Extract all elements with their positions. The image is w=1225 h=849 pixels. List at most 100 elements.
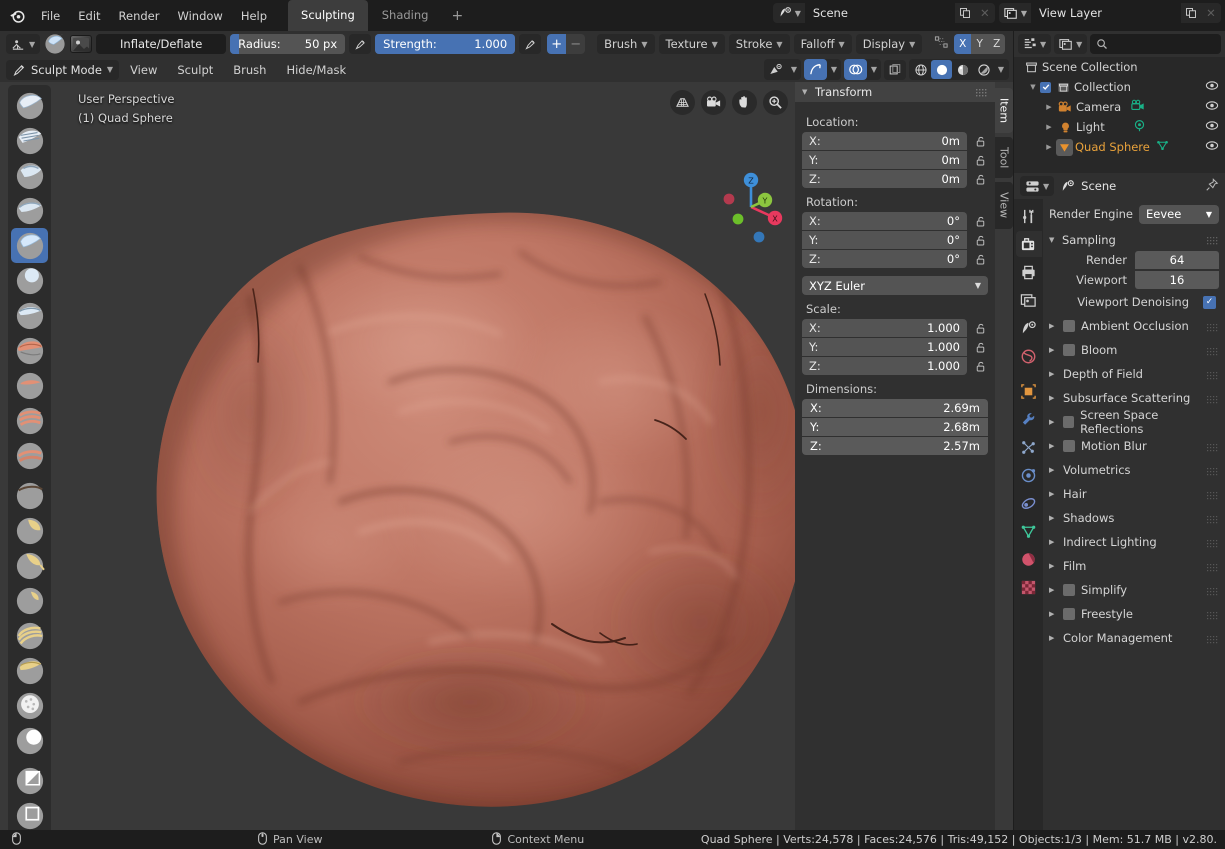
chevron-down-icon[interactable]: ▼ xyxy=(867,59,881,80)
view-layer-properties-tab[interactable] xyxy=(1016,287,1042,313)
render-engine-selector[interactable]: Eevee ▼ xyxy=(1139,204,1219,224)
lock-open-icon[interactable] xyxy=(972,341,988,354)
motion-blur-checkbox[interactable] xyxy=(1063,440,1075,452)
close-icon[interactable]: ✕ xyxy=(1201,3,1221,23)
outliner-display-mode-selector[interactable]: ▼ xyxy=(1054,34,1088,54)
object-visibility-dropdown[interactable]: ▼ xyxy=(764,59,801,80)
lock-open-icon[interactable] xyxy=(972,215,988,228)
rendered-shading-icon[interactable] xyxy=(973,60,994,79)
world-properties-tab[interactable] xyxy=(1016,343,1042,369)
outliner-row-quad-sphere[interactable]: ▶ Quad Sphere xyxy=(1014,137,1225,157)
tab-shading[interactable]: Shading xyxy=(369,0,442,31)
panel-volumetrics[interactable]: ▶ Volumetrics xyxy=(1049,458,1219,482)
strength-pressure-icon[interactable] xyxy=(519,34,542,54)
crease-brush-tool[interactable] xyxy=(11,298,48,333)
box-mask-tool[interactable] xyxy=(11,763,48,798)
grab-brush-tool[interactable] xyxy=(11,513,48,548)
chevron-down-icon[interactable]: ▼ xyxy=(994,59,1008,80)
scene-name[interactable]: Scene xyxy=(804,3,955,23)
rotation-x-field[interactable]: X: 0° xyxy=(802,212,967,230)
dimensions-x-field[interactable]: X: 2.69m xyxy=(802,399,988,417)
sampling-viewport-field[interactable]: 16 xyxy=(1135,271,1219,289)
outliner-search-input[interactable] xyxy=(1090,34,1221,54)
pinch-brush-tool[interactable] xyxy=(11,478,48,513)
texture-thumbnail-icon[interactable] xyxy=(70,35,93,53)
gizmo-dropdown[interactable]: ▼ xyxy=(804,59,841,80)
panel-color-management[interactable]: ▶ Color Management xyxy=(1049,626,1219,650)
scene-properties-tab[interactable] xyxy=(1016,315,1042,341)
menu-edit[interactable]: Edit xyxy=(69,6,109,26)
constraint-properties-tab[interactable] xyxy=(1016,490,1042,516)
rotation-y-field[interactable]: Y: 0° xyxy=(802,231,967,249)
inflate-brush-tool[interactable] xyxy=(11,228,48,263)
chevron-right-icon[interactable]: ▶ xyxy=(1042,103,1056,111)
solid-shading-icon[interactable] xyxy=(931,60,952,79)
dimensions-z-field[interactable]: Z: 2.57m xyxy=(802,437,988,455)
brush-menu[interactable]: Brush ▼ xyxy=(597,34,655,54)
draw-sharp-brush-tool[interactable] xyxy=(11,123,48,158)
physics-properties-tab[interactable] xyxy=(1016,462,1042,488)
lock-open-icon[interactable] xyxy=(972,154,988,167)
brush-inflate-icon[interactable] xyxy=(44,33,66,55)
lock-open-icon[interactable] xyxy=(972,173,988,186)
xray-icon[interactable] xyxy=(884,59,906,80)
ambient-occlusion-checkbox[interactable] xyxy=(1063,320,1075,332)
panel-ambient-occlusion[interactable]: ▶ Ambient Occlusion xyxy=(1049,314,1219,338)
material-properties-tab[interactable] xyxy=(1016,546,1042,572)
render-properties-tab[interactable] xyxy=(1015,231,1042,257)
pin-icon[interactable] xyxy=(1205,177,1219,195)
symmetry-y-toggle[interactable]: Y xyxy=(971,34,989,54)
panel-shadows[interactable]: ▶ Shadows xyxy=(1049,506,1219,530)
sidebar-tab-view[interactable]: View xyxy=(995,182,1013,229)
texture-properties-tab[interactable] xyxy=(1016,574,1042,600)
duplicate-icon[interactable] xyxy=(955,3,975,23)
scrape-brush-tool[interactable] xyxy=(11,438,48,473)
menu-file[interactable]: File xyxy=(32,6,69,26)
chevron-down-icon[interactable]: ▼ xyxy=(1026,83,1040,91)
panel-hair[interactable]: ▶ Hair xyxy=(1049,482,1219,506)
mask-brush-tool[interactable] xyxy=(11,723,48,758)
panel-simplify[interactable]: ▶ Simplify xyxy=(1049,578,1219,602)
panel-bloom[interactable]: ▶ Bloom xyxy=(1049,338,1219,362)
pose-brush-tool[interactable] xyxy=(11,653,48,688)
overlays-dropdown[interactable]: ▼ xyxy=(844,59,881,80)
particle-properties-tab[interactable] xyxy=(1016,434,1042,460)
texture-menu[interactable]: Texture ▼ xyxy=(658,34,725,54)
fill-brush-tool[interactable] xyxy=(11,403,48,438)
scale-y-field[interactable]: Y: 1.000 xyxy=(802,338,967,356)
box-hide-tool[interactable] xyxy=(11,798,48,830)
outliner-row-camera[interactable]: ▶ Camera xyxy=(1014,97,1225,117)
symmetry-z-toggle[interactable]: Z xyxy=(988,34,1006,54)
pan-view-icon[interactable] xyxy=(732,90,757,115)
outliner-row-collection[interactable]: ▼ Collection xyxy=(1014,77,1225,97)
menu-window[interactable]: Window xyxy=(168,6,231,26)
dimensions-y-field[interactable]: Y: 2.68m xyxy=(802,418,988,436)
visibility-eye-icon[interactable] xyxy=(1205,100,1219,114)
panel-motion-blur[interactable]: ▶ Motion Blur xyxy=(1049,434,1219,458)
collection-checkbox[interactable] xyxy=(1040,81,1051,93)
panel-freestyle[interactable]: ▶ Freestyle xyxy=(1049,602,1219,626)
tool-properties-tab[interactable] xyxy=(1016,203,1042,229)
freestyle-checkbox[interactable] xyxy=(1063,608,1075,620)
outliner-row-light[interactable]: ▶ Light xyxy=(1014,117,1225,137)
tab-sculpting[interactable]: Sculpting xyxy=(288,0,368,31)
panel-indirect-lighting[interactable]: ▶ Indirect Lighting xyxy=(1049,530,1219,554)
add-direction-button[interactable]: + xyxy=(547,34,567,54)
scene-selector[interactable]: ▼ Scene ✕ xyxy=(772,3,995,23)
sampling-render-field[interactable]: 64 xyxy=(1135,251,1219,269)
object-visibility-icon[interactable] xyxy=(764,59,787,80)
data-properties-tab[interactable] xyxy=(1016,518,1042,544)
sidebar-tab-item[interactable]: Item xyxy=(995,88,1013,134)
symmetry-x-toggle[interactable]: X xyxy=(954,34,972,54)
rotation-mode-selector[interactable]: XYZ Euler ▼ xyxy=(802,276,988,295)
lock-open-icon[interactable] xyxy=(972,360,988,373)
lock-open-icon[interactable] xyxy=(972,253,988,266)
camera-view-icon[interactable] xyxy=(701,90,726,115)
simplify-checkbox[interactable] xyxy=(1063,584,1075,596)
strength-slider[interactable]: Strength: 1.000 xyxy=(375,34,516,54)
screen-space-reflections-checkbox[interactable] xyxy=(1062,416,1075,428)
grid-toggle-icon[interactable] xyxy=(670,90,695,115)
lock-open-icon[interactable] xyxy=(972,322,988,335)
location-z-field[interactable]: Z: 0m xyxy=(802,170,967,188)
brush-name-field[interactable]: Inflate/Deflate xyxy=(96,34,227,54)
